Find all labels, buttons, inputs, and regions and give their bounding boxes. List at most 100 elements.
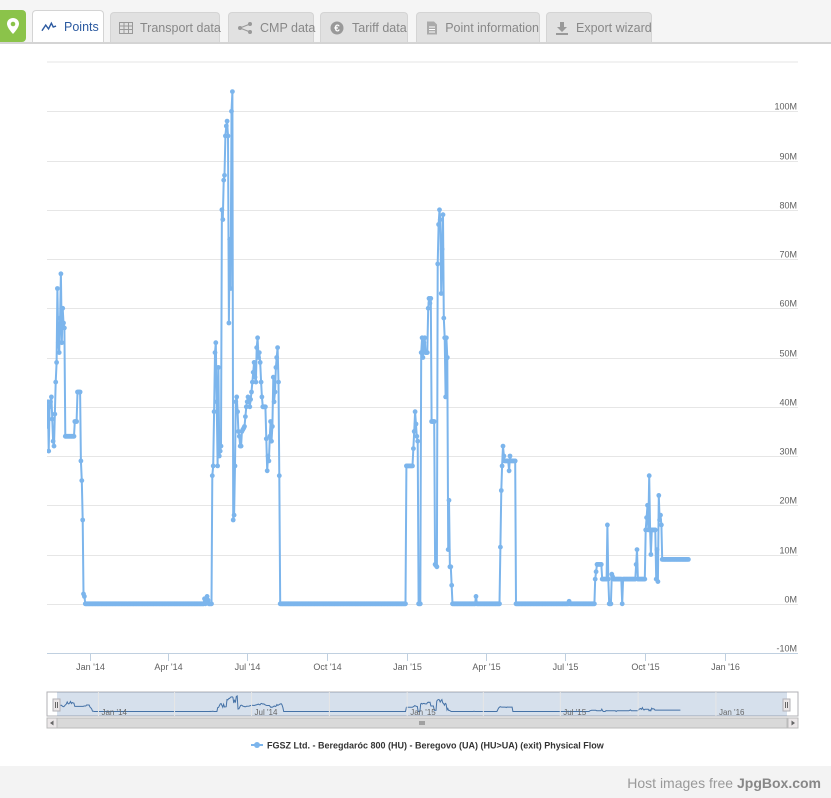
data-point[interactable] [421,340,427,346]
data-point[interactable] [428,296,434,301]
data-point[interactable] [48,399,53,405]
data-point[interactable] [263,404,268,410]
data-point[interactable] [254,345,260,350]
data-point[interactable] [420,355,426,360]
data-point[interactable] [592,601,597,607]
data-point[interactable] [412,409,418,415]
data-point[interactable] [224,118,230,124]
tab-point-information[interactable]: Point information [416,12,540,42]
data-point[interactable] [229,108,234,114]
data-point[interactable] [605,522,610,528]
data-point[interactable] [77,389,83,395]
data-point[interactable] [448,564,454,570]
data-point[interactable] [248,397,254,402]
data-point[interactable] [403,601,408,607]
data-point[interactable] [252,374,258,380]
data-point[interactable] [268,419,273,424]
data-point[interactable] [411,429,417,434]
data-point[interactable] [53,379,59,385]
data-point[interactable] [250,369,256,375]
data-point[interactable] [253,379,259,385]
data-point[interactable] [45,424,50,429]
data-point[interactable] [216,365,221,370]
data-point[interactable] [593,569,599,575]
data-point[interactable] [436,222,441,227]
data-point[interactable] [658,512,663,518]
data-point[interactable] [52,411,58,417]
data-point[interactable] [209,473,215,479]
data-point[interactable] [214,399,220,405]
data-point[interactable] [445,547,451,552]
data-point[interactable] [59,340,65,346]
data-point[interactable] [500,443,506,449]
data-point[interactable] [273,365,279,370]
data-point[interactable] [60,305,66,311]
data-point[interactable] [498,544,503,550]
data-point[interactable] [266,458,272,464]
data-point[interactable] [686,557,691,562]
data-point[interactable] [223,123,229,129]
data-point[interactable] [232,463,238,469]
data-point[interactable] [659,522,664,528]
data-point[interactable] [251,360,257,365]
data-point[interactable] [61,320,66,326]
data-point[interactable] [265,453,271,459]
data-point[interactable] [238,443,244,449]
data-point[interactable] [652,527,658,533]
data-point[interactable] [78,458,84,464]
data-point[interactable] [439,246,445,252]
data-point[interactable] [443,394,448,400]
data-point[interactable] [46,448,52,454]
data-point[interactable] [438,291,444,296]
data-point[interactable] [418,350,424,355]
data-point[interactable] [270,374,276,380]
data-point[interactable] [417,601,423,607]
data-point[interactable] [646,473,652,479]
tab-points[interactable]: Points [32,10,104,42]
data-point[interactable] [235,409,241,415]
data-point[interactable] [247,404,253,410]
data-point[interactable] [213,340,219,346]
data-point[interactable] [74,419,79,424]
data-point[interactable] [222,172,227,178]
data-point[interactable] [228,286,234,291]
data-point[interactable] [267,433,273,439]
data-point[interactable] [236,433,242,439]
data-point[interactable] [276,473,282,479]
data-point[interactable] [506,468,512,474]
data-point[interactable] [211,409,217,415]
data-point[interactable] [655,579,661,584]
data-point[interactable] [71,433,77,439]
data-point[interactable] [56,350,62,355]
data-point[interactable] [47,404,52,410]
data-point[interactable] [512,458,518,464]
tab-transport-data[interactable]: Transport data [110,12,221,42]
data-point[interactable] [435,261,441,267]
legend-item[interactable]: FGSZ Ltd. - Beregdaróc 800 (HU) - Berego… [251,741,605,751]
data-point[interactable] [440,212,446,218]
data-point[interactable] [598,562,604,567]
tab-tariff-data[interactable]: € Tariff data [320,12,408,42]
data-point[interactable] [218,443,224,449]
home-button[interactable] [0,10,26,42]
data-point[interactable] [272,389,278,395]
data-point[interactable] [499,463,505,469]
data-point[interactable] [648,552,654,557]
data-point[interactable] [220,217,226,223]
tab-export-wizard[interactable]: Export wizard [546,12,652,42]
data-point[interactable] [275,345,280,350]
data-point[interactable] [230,89,235,94]
data-point[interactable] [425,305,431,311]
data-point[interactable] [473,594,479,599]
data-point[interactable] [497,601,502,607]
data-point[interactable] [424,350,430,355]
data-point[interactable] [219,207,225,213]
data-point[interactable] [58,271,64,277]
data-point[interactable] [269,438,274,444]
data-point[interactable] [592,576,598,582]
data-point[interactable] [437,207,442,213]
data-point[interactable] [209,601,214,607]
data-point[interactable] [605,576,611,582]
data-point[interactable] [449,582,455,588]
data-point[interactable] [657,517,662,523]
